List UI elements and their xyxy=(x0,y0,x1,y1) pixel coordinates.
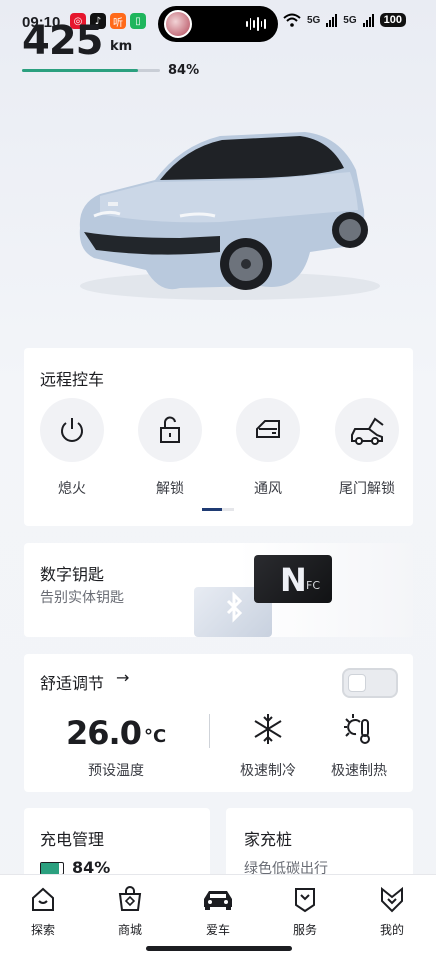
preset-temperature-label: 预设温度 xyxy=(88,763,144,779)
comfort-title: 舒适调节 xyxy=(40,674,105,693)
tailgate-unlock-label: 尾门解锁 xyxy=(339,481,395,497)
wifi-icon xyxy=(283,13,301,27)
engine-off-label: 熄火 xyxy=(58,481,86,497)
home-charger-title: 家充桩 xyxy=(244,830,293,849)
service-icon xyxy=(295,888,315,913)
unlock-icon xyxy=(138,398,202,462)
temperature-unit: °C xyxy=(144,726,167,747)
window-vent-icon xyxy=(236,398,300,462)
divider xyxy=(209,714,210,748)
digital-key-title: 数字钥匙 xyxy=(40,565,105,584)
car-image[interactable] xyxy=(60,118,380,308)
audio-wave-icon xyxy=(246,17,267,31)
rapid-cool-label: 极速制冷 xyxy=(240,763,296,779)
ting-icon: 听 xyxy=(110,13,126,29)
nfc-card-graphic: N FC xyxy=(254,555,332,603)
tailgate-unlock-button[interactable]: 尾门解锁 xyxy=(331,398,403,498)
nfc-logo-fc: FC xyxy=(306,579,321,592)
nav-profile-label: 我的 xyxy=(379,923,404,937)
digital-key-card[interactable]: 数字钥匙 告别实体钥匙 N FC xyxy=(24,543,413,637)
preset-temperature-value[interactable]: 26.0 xyxy=(66,714,142,752)
sun-thermometer-icon xyxy=(344,714,370,744)
snowflake-icon xyxy=(254,714,282,744)
dynamic-island[interactable] xyxy=(158,6,278,42)
page-indicator-active xyxy=(202,508,222,511)
remote-control-card: 远程控车 熄火 解锁 通风 尾门解锁 xyxy=(24,348,413,526)
nav-my-car[interactable]: 爱车 xyxy=(188,885,248,938)
ventilation-label: 通风 xyxy=(254,481,282,497)
rapid-heat-button[interactable]: 极速制热 xyxy=(324,712,394,780)
nav-service-label: 服务 xyxy=(292,923,317,937)
status-indicators: 5G 5G 100 xyxy=(283,13,406,27)
signal-2-icon xyxy=(362,13,374,27)
comfort-arrow-icon[interactable]: → xyxy=(116,668,129,687)
range-value: 425 xyxy=(22,18,103,64)
battery-progress-bar xyxy=(22,69,160,72)
media-avatar xyxy=(164,10,192,38)
toggle-knob xyxy=(348,674,366,692)
rapid-cool-button[interactable]: 极速制冷 xyxy=(233,712,303,780)
nav-profile[interactable]: 我的 xyxy=(362,885,422,938)
signal-1-label: 5G xyxy=(306,14,321,26)
page-indicator xyxy=(202,508,234,511)
signal-1-icon xyxy=(326,13,338,27)
shop-bag-icon xyxy=(118,886,142,911)
profile-icon xyxy=(381,886,403,913)
nfc-logo-n: N xyxy=(280,561,307,599)
charging-title: 充电管理 xyxy=(40,830,105,849)
nav-shop[interactable]: 商城 xyxy=(100,885,160,938)
comfort-toggle[interactable] xyxy=(342,668,398,698)
battery-percent: 84% xyxy=(168,63,200,78)
comfort-card: 舒适调节 → 26.0 °C 预设温度 极速制冷 极速制热 xyxy=(24,654,413,792)
nav-explore[interactable]: 探索 xyxy=(13,885,73,938)
rapid-heat-label: 极速制热 xyxy=(331,763,387,779)
nav-shop-label: 商城 xyxy=(117,923,142,937)
car-icon xyxy=(204,891,232,910)
nav-explore-label: 探索 xyxy=(30,923,55,937)
unlock-button[interactable]: 解锁 xyxy=(137,398,203,498)
range-unit: km xyxy=(110,39,133,54)
battery-icon-fill xyxy=(41,863,60,874)
battery-app-icon: ▯ xyxy=(130,13,146,29)
battery-indicator: 100 xyxy=(379,13,406,27)
explore-home-icon xyxy=(32,887,54,911)
unlock-label: 解锁 xyxy=(156,481,184,497)
signal-2-label: 5G xyxy=(343,14,357,26)
home-indicator[interactable] xyxy=(146,946,292,951)
nav-service[interactable]: 服务 xyxy=(275,885,335,938)
battery-progress-fill xyxy=(22,69,138,72)
ventilation-button[interactable]: 通风 xyxy=(235,398,301,498)
power-icon xyxy=(40,398,104,462)
engine-off-button[interactable]: 熄火 xyxy=(39,398,105,498)
tailgate-icon xyxy=(335,398,399,462)
remote-control-title: 远程控车 xyxy=(40,370,105,389)
nav-my-car-label: 爱车 xyxy=(205,923,230,937)
digital-key-subtitle: 告别实体钥匙 xyxy=(40,590,124,606)
